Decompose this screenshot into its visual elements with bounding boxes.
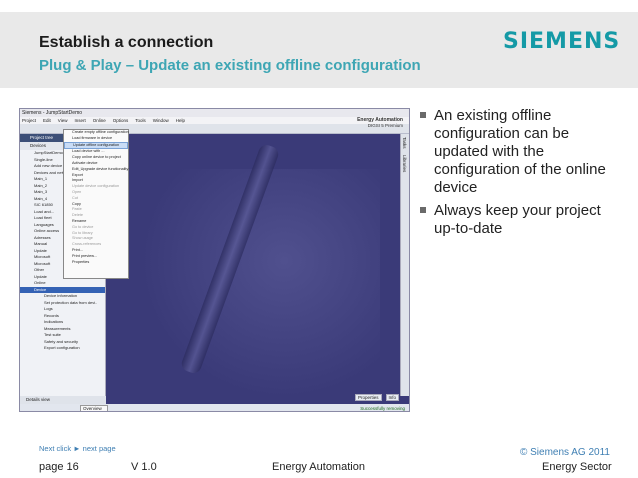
window-title: Siemens - JumpStartDemo (20, 109, 409, 117)
product-brand: Energy Automation DIGSI 5 Premium (357, 117, 403, 129)
tree-item[interactable]: Export configuration (20, 345, 105, 352)
menu-item[interactable]: Window (153, 117, 169, 124)
next-click-hint: Next click ► next page (39, 444, 116, 453)
slide-title: Establish a connection (39, 34, 214, 51)
software-screenshot: Siemens - JumpStartDemo Project Edit View I… (19, 108, 410, 412)
side-tab[interactable]: Tasks (401, 134, 408, 152)
context-menu: Create empty offline configuration Load f… (63, 129, 129, 279)
menu-item[interactable]: Insert (74, 117, 85, 124)
context-menu-item[interactable]: Properties (64, 260, 128, 266)
details-view-bar[interactable]: Details view (20, 396, 106, 404)
bullet-item: An existing offline configuration can be… (420, 107, 620, 197)
bullet-list: An existing offline configuration can be… (420, 107, 620, 243)
menu-item[interactable]: Tools (135, 117, 146, 124)
overview-tab[interactable]: Overview (80, 405, 108, 411)
status-bar: Overview Successfully removing (20, 404, 409, 411)
status-message: Successfully removing (360, 406, 405, 411)
menu-item[interactable]: Options (113, 117, 129, 124)
menu-item[interactable]: Help (176, 117, 185, 124)
brand-line-2: DIGSI 5 Premium (367, 123, 403, 128)
siemens-logo: SIEMENS (503, 29, 621, 54)
footer: page 16 V 1.0 Energy Automation Energy S… (0, 461, 638, 478)
inspector-tab[interactable]: Info (385, 394, 400, 401)
footer-sector: Energy Sector (542, 461, 612, 473)
menu-item[interactable]: Edit (43, 117, 51, 124)
page-number: page 16 (39, 461, 79, 473)
slide-subtitle: Plug & Play – Update an existing offline… (39, 57, 421, 74)
menu-item[interactable]: Project (22, 117, 36, 124)
context-menu-item[interactable]: Edit_Upgrade device functionality (64, 167, 128, 173)
version: V 1.0 (131, 461, 157, 473)
bullet-item: Always keep your project up-to-date (420, 202, 620, 238)
context-menu-item[interactable]: Update offline configuration (64, 141, 128, 150)
footer-center: Energy Automation (272, 461, 365, 473)
side-tab[interactable]: Libraries (401, 152, 408, 175)
context-menu-item[interactable]: Create empty offline configuration (64, 130, 129, 136)
menu-item[interactable]: View (58, 117, 68, 124)
menu-bar: Project Edit View Insert Online Options Tools W… (20, 117, 409, 124)
copyright: © Siemens AG 2011 (519, 447, 610, 458)
menu-item[interactable]: Online (93, 117, 106, 124)
inspector-tabs: Properties Info (355, 394, 400, 401)
inspector-tab[interactable]: Properties (355, 394, 382, 401)
vertical-tabs: Tasks Libraries (400, 134, 409, 396)
